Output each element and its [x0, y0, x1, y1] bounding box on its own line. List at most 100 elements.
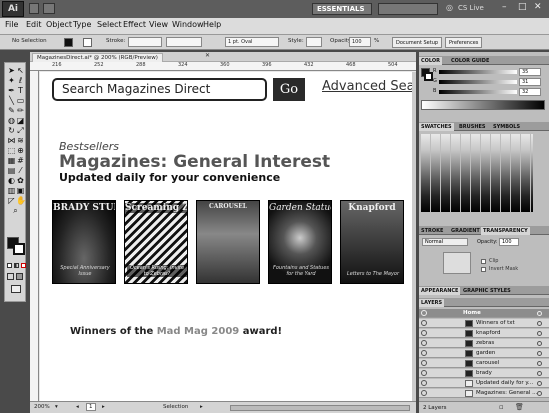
- mesh-tool-icon[interactable]: #: [16, 156, 25, 165]
- minimize-button[interactable]: –: [502, 2, 507, 12]
- green-value[interactable]: 31: [519, 78, 541, 86]
- layer-name[interactable]: garden: [476, 350, 495, 356]
- layer-name[interactable]: zebras: [476, 340, 494, 346]
- tab-symbols[interactable]: SYMBOLS: [491, 123, 522, 131]
- search-field[interactable]: [378, 3, 438, 15]
- menu-type[interactable]: Type: [73, 20, 91, 29]
- tab-graphic-styles[interactable]: GRAPHIC STYLES: [461, 287, 513, 295]
- green-slider[interactable]: [439, 80, 517, 84]
- menu-window[interactable]: Window: [172, 20, 204, 29]
- paintbrush-tool-icon[interactable]: ✎: [7, 106, 16, 115]
- rotate-tool-icon[interactable]: ↻: [7, 126, 16, 135]
- visibility-eye-icon[interactable]: [421, 330, 427, 336]
- horizontal-scrollbar[interactable]: [230, 405, 410, 411]
- target-icon[interactable]: [537, 321, 542, 326]
- brush-definition[interactable]: 1 pt. Oval: [225, 37, 279, 47]
- swatch-grid[interactable]: [421, 134, 533, 212]
- scale-tool-icon[interactable]: ⤢: [16, 126, 25, 135]
- pen-tool-icon[interactable]: ✒: [7, 86, 16, 95]
- layer-name[interactable]: Winners of txt: [476, 320, 515, 326]
- layer-row[interactable]: Magazines: General ...: [419, 389, 549, 398]
- type-tool-icon[interactable]: T: [16, 86, 25, 95]
- stroke-weight-field[interactable]: [128, 37, 162, 47]
- menu-select[interactable]: Select: [97, 20, 122, 29]
- new-layer-icon[interactable]: ▫: [499, 403, 504, 411]
- artboard-tool-icon[interactable]: ▣: [16, 186, 25, 195]
- target-icon[interactable]: [537, 341, 542, 346]
- style-picker[interactable]: [306, 37, 322, 47]
- color-spectrum[interactable]: [421, 100, 545, 110]
- draw-normal-icon[interactable]: [7, 273, 14, 280]
- artboard-number[interactable]: 1: [86, 403, 96, 411]
- blue-slider[interactable]: [439, 90, 517, 94]
- red-value[interactable]: 35: [519, 68, 541, 76]
- gradient-mode-icon[interactable]: [14, 263, 19, 268]
- visibility-eye-icon[interactable]: [421, 350, 427, 356]
- gradient-tool-icon[interactable]: ▤: [7, 166, 16, 175]
- status-tool[interactable]: Selection: [163, 404, 188, 410]
- vertical-scrollbar[interactable]: [412, 72, 416, 401]
- blend-tool-icon[interactable]: ◐: [7, 176, 16, 185]
- visibility-eye-icon[interactable]: [421, 310, 427, 316]
- tab-layers[interactable]: LAYERS: [419, 299, 445, 307]
- blend-mode-select[interactable]: Normal: [422, 238, 468, 246]
- panel-stroke-box[interactable]: [424, 72, 433, 81]
- layer-row[interactable]: Updated daily for y...: [419, 379, 549, 388]
- lasso-tool-icon[interactable]: ℓ: [16, 76, 25, 85]
- free-transform-tool-icon[interactable]: ⬚: [7, 146, 16, 155]
- mask-thumbnail[interactable]: [443, 252, 471, 274]
- layer-name[interactable]: brady: [476, 370, 492, 376]
- target-icon[interactable]: [537, 371, 542, 376]
- blob-brush-tool-icon[interactable]: ◍: [7, 116, 16, 125]
- maximize-button[interactable]: □: [518, 2, 527, 12]
- menu-view[interactable]: View: [149, 20, 168, 29]
- layer-name[interactable]: Home: [463, 310, 481, 316]
- go-button[interactable]: Go: [273, 78, 305, 101]
- layer-name[interactable]: Updated daily for y...: [476, 380, 533, 386]
- visibility-eye-icon[interactable]: [421, 390, 427, 396]
- tab-transparency[interactable]: TRANSPARENCY: [481, 227, 530, 235]
- target-icon[interactable]: [537, 361, 542, 366]
- status-arrow-icon[interactable]: ▸: [200, 404, 203, 410]
- layer-row[interactable]: brady: [419, 369, 549, 378]
- hand-tool-icon[interactable]: ✋: [16, 196, 26, 205]
- invert-mask-checkbox[interactable]: [481, 267, 486, 272]
- symbol-sprayer-tool-icon[interactable]: ✿: [16, 176, 25, 185]
- slice-tool-icon[interactable]: ◸: [7, 196, 16, 205]
- perspective-grid-tool-icon[interactable]: ▦: [7, 156, 16, 165]
- layer-row[interactable]: zebras: [419, 339, 549, 348]
- layer-name[interactable]: carousel: [476, 360, 499, 366]
- transparency-opacity-field[interactable]: 100: [499, 238, 519, 246]
- fill-swatch[interactable]: [64, 38, 73, 47]
- horizontal-ruler[interactable]: 216 252 288 324 360 396 432 468 504: [30, 62, 416, 71]
- graph-tool-icon[interactable]: ▥: [7, 186, 16, 195]
- opacity-field[interactable]: 100: [349, 37, 371, 47]
- red-slider[interactable]: [439, 70, 517, 74]
- search-input[interactable]: Search Magazines Direct: [52, 78, 267, 101]
- pencil-tool-icon[interactable]: ✏: [16, 106, 25, 115]
- target-icon[interactable]: [537, 391, 542, 396]
- target-icon[interactable]: [537, 351, 542, 356]
- tab-stroke[interactable]: STROKE: [419, 227, 445, 235]
- target-icon[interactable]: [537, 331, 542, 336]
- menu-edit[interactable]: Edit: [26, 20, 42, 29]
- direct-selection-tool-icon[interactable]: ↖: [16, 66, 25, 75]
- menu-file[interactable]: File: [5, 20, 18, 29]
- preferences-button[interactable]: Preferences: [445, 37, 483, 48]
- tab-swatches[interactable]: SWATCHES: [419, 123, 454, 131]
- visibility-eye-icon[interactable]: [421, 360, 427, 366]
- draw-behind-icon[interactable]: [16, 273, 23, 280]
- magic-wand-tool-icon[interactable]: ✦: [7, 76, 16, 85]
- menu-help[interactable]: Help: [203, 20, 221, 29]
- artboard[interactable]: Search Magazines Direct Go Advanced Sear…: [40, 72, 412, 402]
- bridge-icon[interactable]: [29, 3, 39, 14]
- line-tool-icon[interactable]: ╲: [7, 96, 16, 105]
- clip-checkbox[interactable]: [481, 259, 486, 264]
- layer-row[interactable]: Winners of txt: [419, 319, 549, 328]
- layer-name[interactable]: Magazines: General ...: [476, 390, 537, 396]
- menu-effect[interactable]: Effect: [123, 20, 146, 29]
- vertical-ruler[interactable]: [30, 71, 39, 401]
- magazine-cover-carousel[interactable]: CAROUSEL: [196, 200, 260, 284]
- none-mode-icon[interactable]: [21, 263, 26, 268]
- visibility-eye-icon[interactable]: [421, 320, 427, 326]
